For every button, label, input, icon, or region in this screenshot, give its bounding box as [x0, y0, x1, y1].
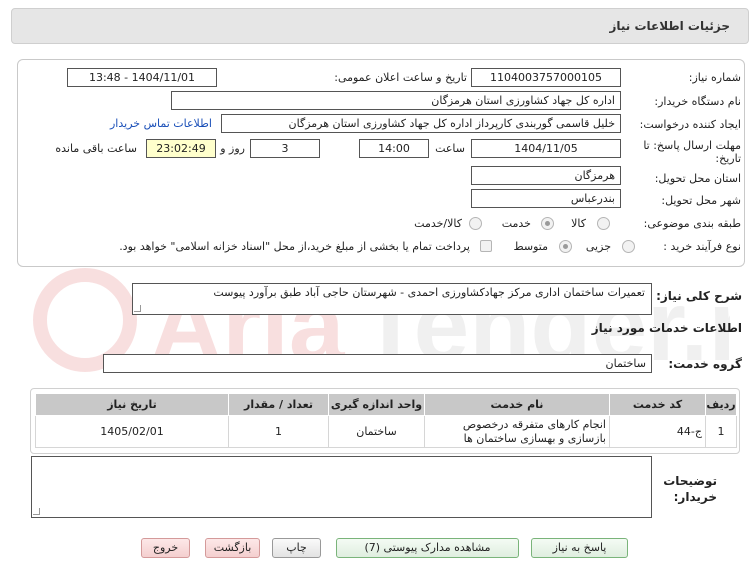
description-field: تعمیرات ساختمان اداری مرکز جهادکشاورزی ا…	[132, 283, 652, 315]
print-button[interactable]: چاپ	[272, 538, 321, 558]
city-label: شهر محل تحویل:	[661, 194, 741, 207]
remaining-time-label: ساعت باقی مانده	[55, 142, 137, 155]
category-option-goods-service: کالا/خدمت	[414, 217, 462, 230]
buyer-org-field: اداره کل جهاد کشاورزی استان هرمزگان	[171, 91, 621, 110]
resize-grip-icon[interactable]	[134, 305, 141, 312]
province-label: استان محل تحویل:	[654, 172, 741, 185]
col-code: کد خدمت	[609, 393, 706, 416]
city-field: بندرعباس	[471, 189, 621, 208]
province-field: هرمزگان	[471, 166, 621, 185]
process-option-minor: جزیی	[585, 240, 611, 253]
reply-to-need-button[interactable]: پاسخ به نیاز	[531, 538, 628, 558]
category-radio-goods-service[interactable]	[469, 217, 482, 230]
buyer-notes-label: توضیحات	[663, 474, 717, 488]
services-table-container: ردیف کد خدمت نام خدمت واحد اندازه گیری ت…	[30, 388, 740, 454]
process-radio-minor[interactable]	[622, 240, 635, 253]
deadline-date-field: 1404/11/05	[471, 139, 621, 158]
days-remaining-field: 3	[250, 139, 320, 158]
need-number-field: 1104003757000105	[471, 68, 621, 87]
process-radio-medium[interactable]	[559, 240, 572, 253]
category-option-goods: کالا	[571, 217, 586, 230]
cell-need-date: 1405/02/01	[35, 415, 229, 448]
process-option-medium: متوسط	[513, 240, 548, 253]
need-number-label: شماره نیاز:	[688, 71, 741, 84]
table-row: 1 ج-44 انجام کارهای متفرقه درخصوص بازساز…	[35, 415, 737, 448]
description-label: شرح کلی نیاز:	[656, 289, 742, 303]
col-quantity: تعداد / مقدار	[228, 393, 329, 416]
deadline-label: مهلت ارسال پاسخ: تا	[643, 139, 741, 152]
page-title: جزئیات اطلاعات نیاز	[609, 19, 730, 33]
description-text: تعمیرات ساختمان اداری مرکز جهادکشاورزی ا…	[213, 286, 645, 299]
table-header-row: ردیف کد خدمت نام خدمت واحد اندازه گیری ت…	[35, 393, 737, 416]
col-name: نام خدمت	[424, 393, 610, 416]
cell-name: انجام کارهای متفرقه درخصوص بازسازی و بهس…	[424, 415, 610, 448]
cell-code: ج-44	[609, 415, 706, 448]
col-need-date: تاریخ نیاز	[35, 393, 229, 416]
buyer-contact-link[interactable]: اطلاعات تماس خریدار	[110, 117, 212, 130]
treasury-payment-note: پرداخت تمام یا بخشی از مبلغ خرید،از محل …	[119, 240, 470, 253]
col-unit: واحد اندازه گیری	[328, 393, 425, 416]
creator-label: ایجاد کننده درخواست:	[639, 118, 741, 131]
buyer-notes-label-2: خریدار:	[673, 490, 717, 504]
service-group-field: ساختمان	[103, 354, 652, 373]
buyer-org-label: نام دستگاه خریدار:	[654, 95, 741, 108]
service-group-label: گروه خدمت:	[668, 357, 742, 371]
buyer-notes-field[interactable]	[31, 456, 652, 518]
deadline-time-field: 14:00	[359, 139, 429, 158]
cell-unit: ساختمان	[328, 415, 425, 448]
cell-row: 1	[705, 415, 737, 448]
remaining-time-field: 23:02:49	[146, 139, 216, 158]
cell-quantity: 1	[228, 415, 329, 448]
exit-button[interactable]: خروج	[141, 538, 190, 558]
notes-resize-grip-icon[interactable]	[33, 508, 40, 515]
announce-date-label: تاریخ و ساعت اعلان عمومی:	[334, 71, 467, 84]
announce-date-field: 1404/11/01 - 13:48	[67, 68, 217, 87]
services-section-title: اطلاعات خدمات مورد نیاز	[591, 321, 742, 335]
category-radio-goods[interactable]	[597, 217, 610, 230]
category-radio-service[interactable]	[541, 217, 554, 230]
back-button[interactable]: بازگشت	[205, 538, 260, 558]
treasury-payment-checkbox[interactable]	[480, 240, 492, 252]
category-label: طبقه بندی موضوعی:	[643, 217, 741, 230]
view-attachments-button[interactable]: مشاهده مدارک پیوستی (7)	[336, 538, 519, 558]
process-type-label: نوع فرآیند خرید :	[663, 240, 741, 253]
deadline-time-label: ساعت	[435, 142, 465, 155]
category-option-service: خدمت	[501, 217, 531, 230]
creator-field: خلیل قاسمی گوربندی کارپرداز اداره کل جها…	[221, 114, 621, 133]
col-row: ردیف	[705, 393, 737, 416]
deadline-label-2: تاریخ:	[715, 152, 741, 165]
days-label: روز و	[220, 142, 245, 155]
services-table: ردیف کد خدمت نام خدمت واحد اندازه گیری ت…	[35, 393, 737, 448]
page-header: جزئیات اطلاعات نیاز	[11, 8, 749, 44]
